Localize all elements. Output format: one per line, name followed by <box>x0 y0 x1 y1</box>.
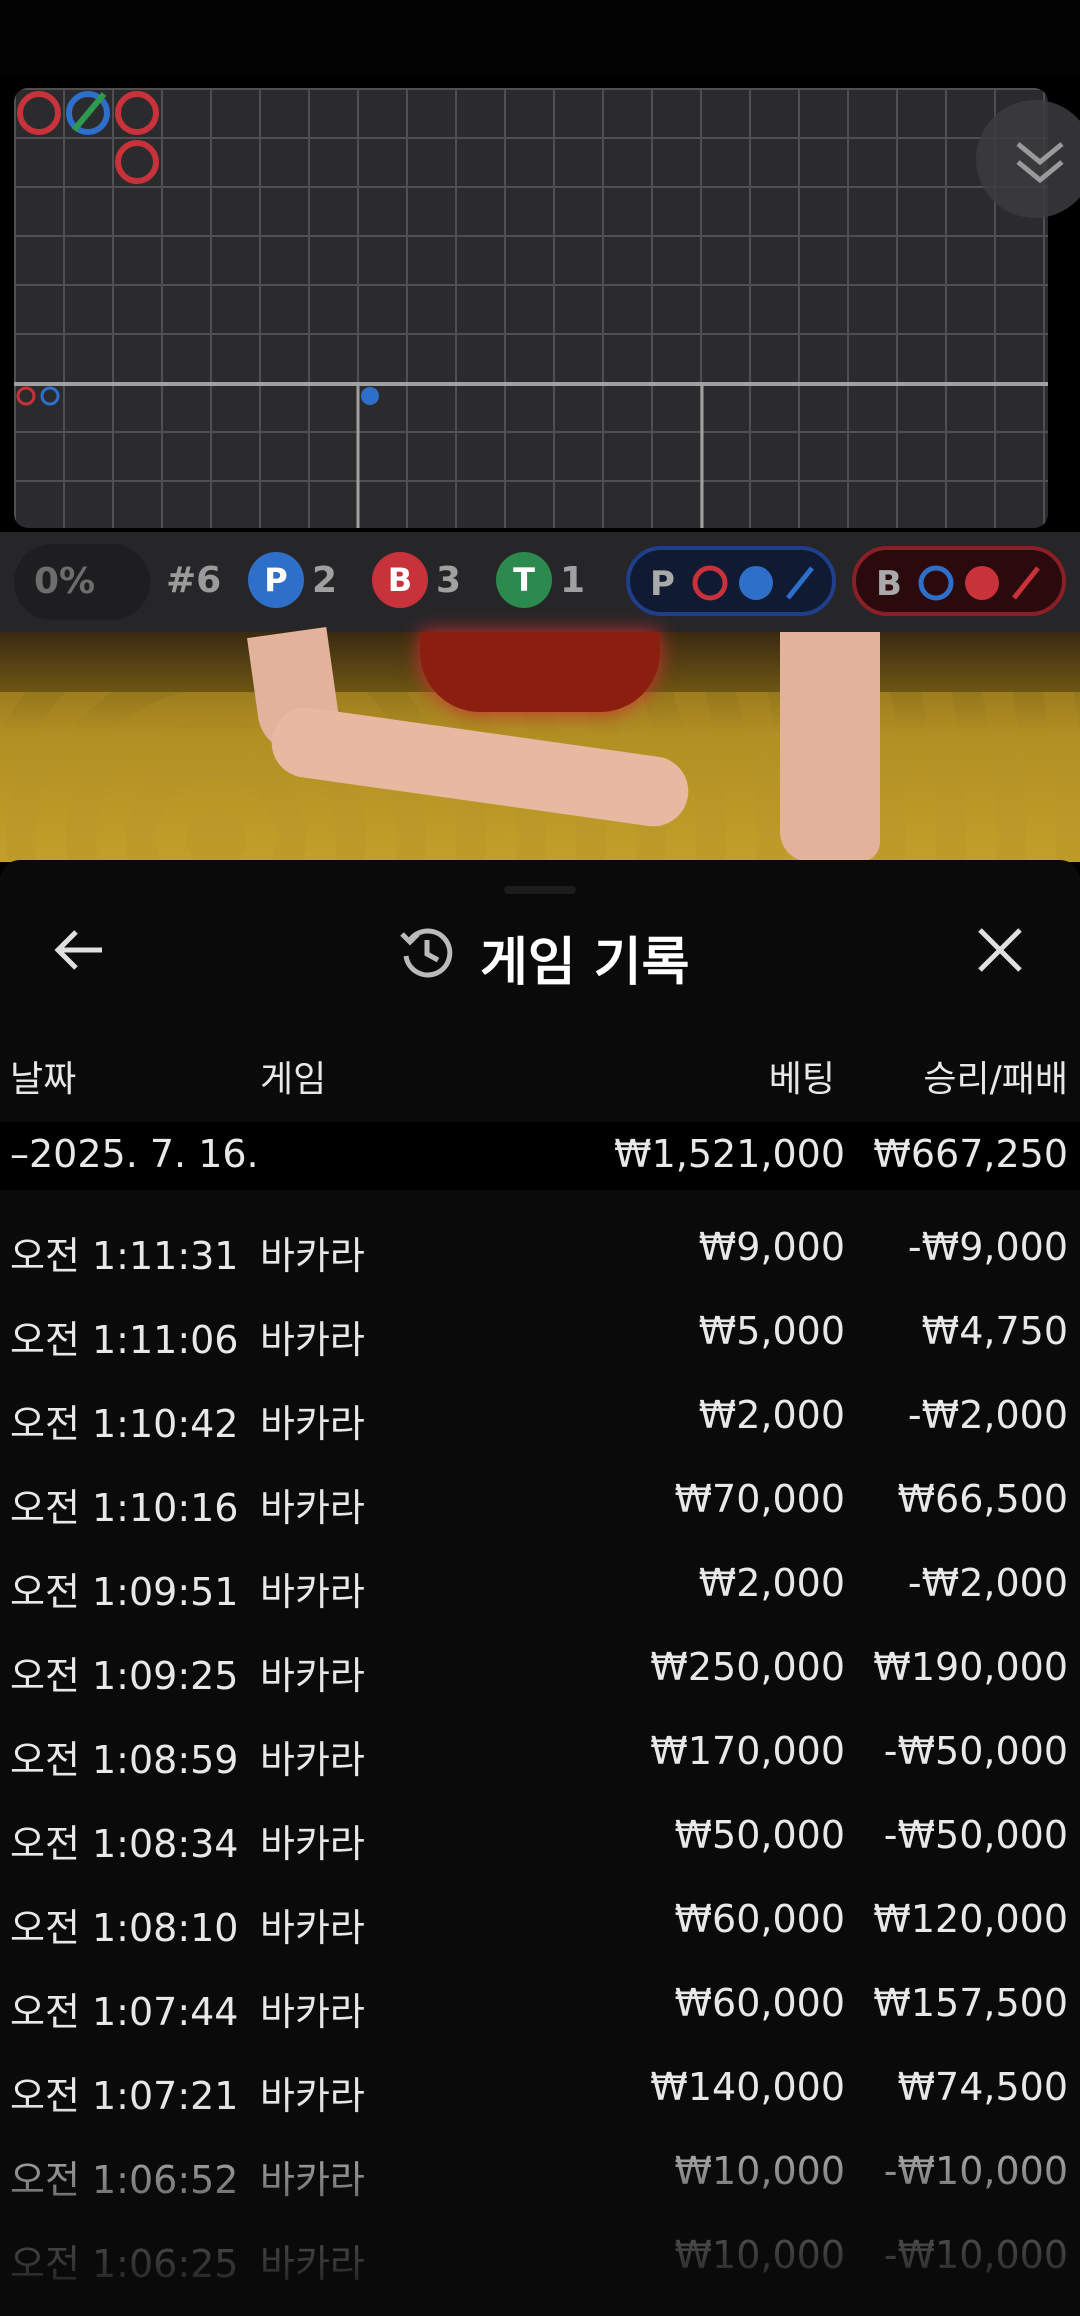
row-winloss: ₩120,000 <box>873 1897 1068 1941</box>
column-header-bet[interactable]: 베팅 <box>769 1050 835 1102</box>
row-bet: ₩2,000 <box>698 1393 845 1437</box>
win-percentage-pill: 0% <box>14 544 150 620</box>
row-winloss: -₩50,000 <box>883 1813 1068 1857</box>
banker-ring <box>115 91 159 135</box>
column-header-game[interactable]: 게임 <box>260 1050 326 1102</box>
bead-road-grid <box>14 88 1048 528</box>
row-bet: ₩5,000 <box>698 1309 845 1353</box>
banker-prediction-button[interactable]: B <box>852 546 1066 616</box>
round-number: #6 <box>166 560 222 601</box>
row-time: 오전 1:08:34 <box>10 1822 239 1866</box>
row-bet: ₩170,000 <box>650 1729 845 1773</box>
chevron-double-down-icon <box>1016 142 1064 184</box>
road-marks <box>14 91 1048 528</box>
drag-handle[interactable] <box>504 886 576 894</box>
player-prediction-button[interactable]: P <box>626 546 836 616</box>
scroll-fade <box>0 2100 1080 2316</box>
row-bet: ₩9,000 <box>698 1225 845 1269</box>
date-summary-winloss: ₩667,250 <box>873 1132 1068 1176</box>
column-header-date[interactable]: 날짜 <box>10 1050 76 1102</box>
row-bet: ₩70,000 <box>674 1477 845 1521</box>
player-count: 2 <box>312 560 338 601</box>
banker-count: 3 <box>436 560 462 601</box>
row-game: 바카라 <box>260 1486 365 1530</box>
row-time: 오전 1:09:25 <box>10 1654 239 1698</box>
row-game: 바카라 <box>260 1318 365 1362</box>
row-winloss: ₩4,750 <box>921 1309 1068 1353</box>
row-game: 바카라 <box>260 1402 365 1446</box>
close-icon <box>978 928 1022 972</box>
row-time: 오전 1:11:06 <box>10 1318 239 1362</box>
row-game: 바카라 <box>260 1234 365 1278</box>
close-button[interactable] <box>970 920 1030 980</box>
row-winloss: -₩9,000 <box>907 1225 1068 1269</box>
row-bet: ₩60,000 <box>674 1981 845 2025</box>
player-small-dot <box>361 387 379 405</box>
row-winloss: ₩190,000 <box>873 1645 1068 1689</box>
player-prediction-label: P <box>650 564 675 604</box>
row-winloss: -₩2,000 <box>907 1393 1068 1437</box>
row-time: 오전 1:09:51 <box>10 1570 239 1614</box>
prediction-icons <box>918 565 1040 601</box>
back-button[interactable] <box>50 920 110 980</box>
status-bar <box>0 0 1080 76</box>
date-summary-bet: ₩1,521,000 <box>614 1132 845 1176</box>
row-time: 오전 1:10:42 <box>10 1402 239 1446</box>
player-badge: P <box>248 552 304 608</box>
arrow-left-icon <box>54 930 102 970</box>
row-winloss: ₩66,500 <box>897 1477 1068 1521</box>
row-bet: ₩250,000 <box>650 1645 845 1689</box>
row-time: 오전 1:08:10 <box>10 1906 239 1950</box>
panel-title-text: 게임 기록 <box>480 933 690 993</box>
row-time: 오전 1:10:16 <box>10 1486 239 1530</box>
tie-count: 1 <box>560 560 586 601</box>
live-dealer-video <box>0 627 1080 862</box>
row-winloss: -₩50,000 <box>883 1729 1068 1773</box>
prediction-icons <box>692 565 814 601</box>
row-game: 바카라 <box>260 1822 365 1866</box>
row-winloss: -₩2,000 <box>907 1561 1068 1605</box>
banker-ring <box>115 140 159 184</box>
row-bet: ₩50,000 <box>674 1813 845 1857</box>
tie-badge: T <box>496 552 552 608</box>
banker-ring <box>17 91 61 135</box>
row-game: 바카라 <box>260 1738 365 1782</box>
banker-badge: B <box>372 552 428 608</box>
banker-small-ring <box>16 386 36 406</box>
row-game: 바카라 <box>260 1654 365 1698</box>
row-game: 바카라 <box>260 1990 365 2034</box>
row-bet: ₩60,000 <box>674 1897 845 1941</box>
row-winloss: ₩157,500 <box>873 1981 1068 2025</box>
row-bet: ₩2,000 <box>698 1561 845 1605</box>
row-game: 바카라 <box>260 1906 365 1950</box>
row-time: 오전 1:07:44 <box>10 1990 239 2034</box>
row-time: 오전 1:11:31 <box>10 1234 239 1278</box>
row-game: 바카라 <box>260 1570 365 1614</box>
date-summary-date: –2025. 7. 16. <box>10 1132 259 1176</box>
history-icon <box>400 928 453 978</box>
player-small-ring <box>40 386 60 406</box>
row-time: 오전 1:08:59 <box>10 1738 239 1782</box>
column-header-winloss[interactable]: 승리/패배 <box>923 1050 1068 1102</box>
banker-prediction-label: B <box>876 564 902 604</box>
